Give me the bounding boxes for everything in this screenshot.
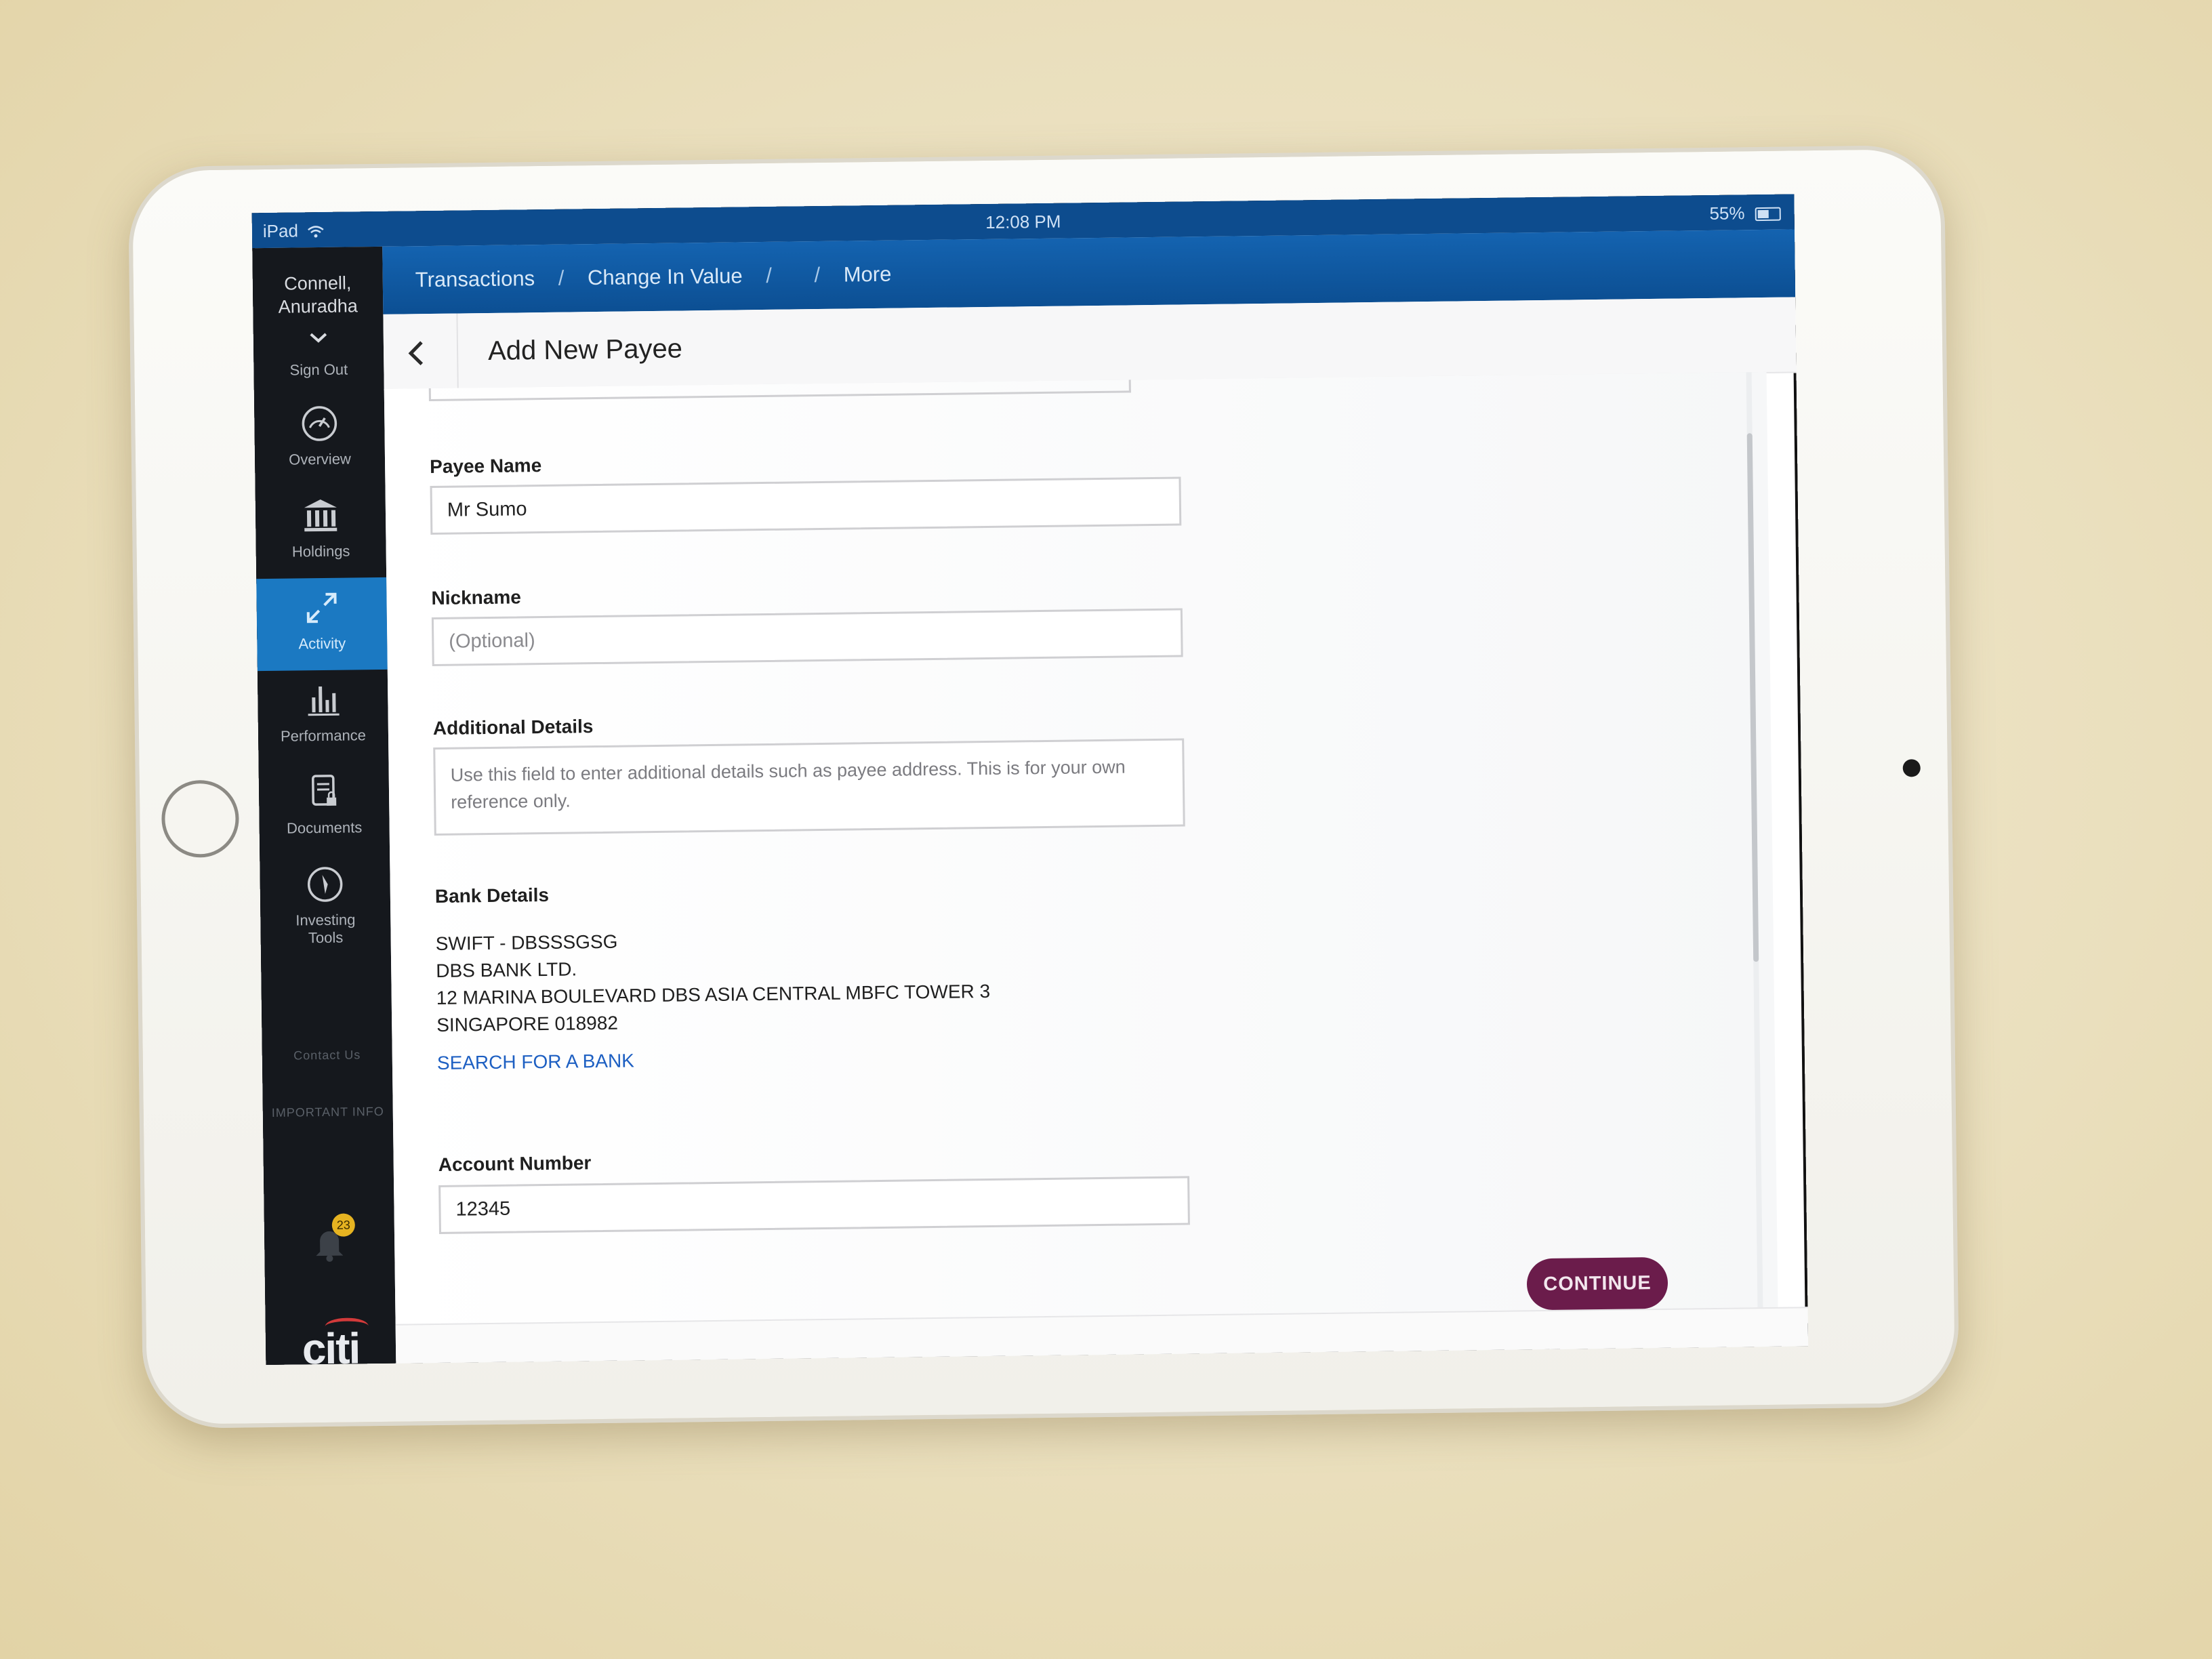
separator: / <box>814 262 821 287</box>
bank-icon <box>304 499 337 532</box>
continue-button[interactable]: CONTINUE <box>1526 1256 1668 1311</box>
payee-name-input[interactable]: Mr Sumo <box>430 476 1182 535</box>
sidebar: Connell, Anuradha Sign Out Overview Hold… <box>252 246 396 1366</box>
sidebar-item-label: Holdings <box>291 542 350 560</box>
citi-logo: citi <box>302 1324 360 1366</box>
page-title: Add New Payee <box>487 333 683 366</box>
sign-out-link[interactable]: Sign Out <box>253 361 384 380</box>
nickname-label: Nickname <box>431 586 522 609</box>
sidebar-item-overview[interactable]: Overview <box>254 393 386 487</box>
sidebar-item-label: Performance <box>280 726 367 745</box>
user-name-line2: Anuradha <box>278 295 358 317</box>
back-arrow-icon[interactable] <box>397 333 438 374</box>
document-lock-icon <box>312 775 337 806</box>
breadcrumb: Transactions / Change In Value / / More <box>415 262 892 293</box>
gauge-icon <box>302 406 337 441</box>
nav-transactions[interactable]: Transactions <box>415 266 535 291</box>
divider <box>456 313 459 388</box>
sidebar-item-documents[interactable]: Documents <box>258 762 390 855</box>
contact-us-link[interactable]: Contact Us <box>262 1048 392 1063</box>
chevron-down-icon[interactable] <box>253 327 384 351</box>
nickname-input[interactable]: (Optional) <box>431 608 1183 667</box>
status-battery: 55% <box>1709 203 1781 224</box>
payee-name-label: Payee Name <box>429 455 542 478</box>
compass-icon <box>307 867 343 902</box>
user-name[interactable]: Connell, Anuradha <box>253 271 384 319</box>
sidebar-item-investing-tools[interactable]: Investing Tools <box>260 854 391 957</box>
bar-chart-icon <box>308 686 340 716</box>
bank-details-text: SWIFT - DBSSSGSG DBS BANK LTD. 12 MARINA… <box>436 924 991 1039</box>
sidebar-item-label: Investing Tools <box>260 911 391 947</box>
user-name-line1: Connell, <box>284 272 352 294</box>
camera <box>1902 759 1921 777</box>
label-line1: Investing <box>295 911 356 929</box>
scrollbar-thumb[interactable] <box>1746 433 1759 962</box>
bank-line: SINGAPORE 018982 <box>436 1012 619 1036</box>
separator: / <box>558 266 565 290</box>
form-content: Payee Name Mr Sumo Nickname (Optional) A… <box>384 371 1778 1324</box>
sidebar-item-performance[interactable]: Performance <box>258 670 389 763</box>
bank-details-label: Bank Details <box>434 884 550 907</box>
additional-details-textarea[interactable]: Use this field to enter additional detai… <box>433 738 1185 836</box>
home-button[interactable] <box>161 779 240 858</box>
arrows-icon <box>306 592 337 623</box>
battery-icon <box>1755 207 1781 222</box>
sidebar-item-label: Activity <box>298 634 346 653</box>
nav-change-in-value[interactable]: Change In Value <box>588 264 743 289</box>
nav-more[interactable]: More <box>843 262 891 287</box>
sidebar-item-activity[interactable]: Activity <box>256 577 388 672</box>
search-bank-link[interactable]: SEARCH FOR A BANK <box>437 1050 634 1074</box>
important-info-link[interactable]: IMPORTANT INFO <box>263 1105 393 1120</box>
account-number-label: Account Number <box>438 1152 592 1175</box>
sidebar-item-label: Overview <box>289 450 352 468</box>
screen: iPad 12:08 PM 55% Connell, Anuradha Sign… <box>251 194 1809 1366</box>
sidebar-item-label: Documents <box>286 819 363 837</box>
label-line2: Tools <box>308 928 344 947</box>
additional-details-label: Additional Details <box>432 716 594 739</box>
sidebar-item-holdings[interactable]: Holdings <box>255 485 387 579</box>
ipad-device: iPad 12:08 PM 55% Connell, Anuradha Sign… <box>127 144 1960 1429</box>
notification-badge: 23 <box>331 1213 356 1237</box>
battery-percent: 55% <box>1709 203 1745 224</box>
separator: / <box>766 263 773 287</box>
account-number-input[interactable]: 12345 <box>438 1176 1190 1234</box>
